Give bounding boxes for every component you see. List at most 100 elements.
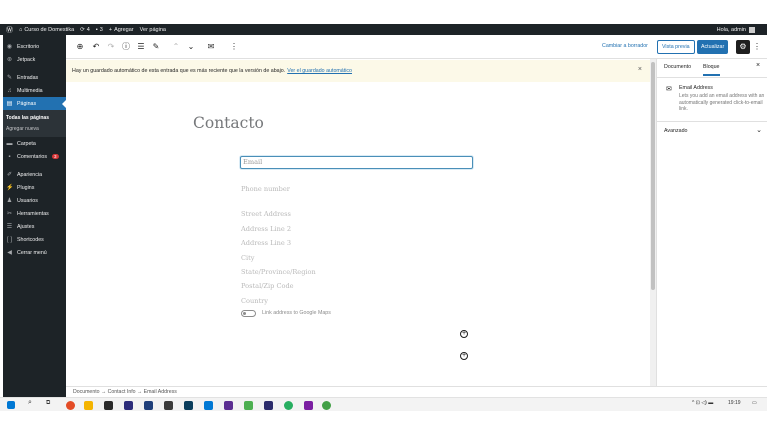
explorer-app-icon[interactable] <box>84 401 93 410</box>
email-field[interactable]: Email <box>240 156 473 169</box>
app-icon-12[interactable] <box>284 401 293 410</box>
comments-link[interactable]: ▪ 3 <box>96 27 103 33</box>
editor-canvas <box>66 82 650 386</box>
zip-field[interactable]: Postal/Zip Code <box>241 282 294 290</box>
dashboard-icon: ◉ <box>6 44 13 50</box>
top-margin <box>0 0 767 24</box>
view-autosave-link[interactable]: Ver el guardado automático <box>287 68 352 74</box>
add-block-icon[interactable]: ⊕ <box>75 41 85 52</box>
new-content-link[interactable]: + Agregar <box>109 27 134 33</box>
settings-sidebar: Documento Bloque × ✉ Email Address Lets … <box>656 59 767 386</box>
sidebar-item-jetpack[interactable]: ⊛ Jetpack <box>3 53 66 66</box>
admin-sidebar: ◉ Escritorio ⊛ Jetpack ✎ Entradas ♫ Multimed… <box>3 35 66 397</box>
sidebar-item-herramientas[interactable]: ✂ Herramientas <box>3 207 66 220</box>
advanced-panel-toggle[interactable]: Avanzado <box>664 128 687 134</box>
submenu-add-new[interactable]: Agregar nueva <box>3 123 66 134</box>
app-icon-3[interactable] <box>104 401 113 410</box>
preview-button[interactable]: Vista previa <box>657 40 695 54</box>
app-icon-5[interactable] <box>144 401 153 410</box>
pages-icon: ▤ <box>6 101 13 107</box>
sidebar-collapse-menu[interactable]: ◀ Cerrar menú <box>3 246 66 259</box>
bottom-margin <box>0 411 767 431</box>
email-block-icon[interactable]: ✉ <box>206 41 216 52</box>
search-icon[interactable]: ⌕ <box>28 399 32 407</box>
sidebar-item-carpeta[interactable]: ▬ Carpeta <box>3 137 66 150</box>
switch-to-draft-button[interactable]: Cambiar a borrador <box>602 43 648 49</box>
tab-document[interactable]: Documento <box>664 64 691 70</box>
sidebar-item-entradas[interactable]: ✎ Entradas <box>3 71 66 84</box>
app-icon-11[interactable] <box>264 401 273 410</box>
sidebar-item-usuarios[interactable]: ♟ Usuarios <box>3 194 66 207</box>
close-notice-icon[interactable]: × <box>638 66 642 73</box>
plus-icon: + <box>108 26 113 33</box>
google-maps-toggle[interactable] <box>241 310 256 317</box>
address-line-2-field[interactable]: Address Line 2 <box>241 225 291 233</box>
info-icon[interactable]: ⓘ <box>121 41 131 52</box>
tab-block[interactable]: Bloque <box>703 64 720 76</box>
sidebar-item-apariencia[interactable]: ✐ Apariencia <box>3 168 66 181</box>
google-maps-toggle-label: Link address to Google Maps <box>262 310 331 316</box>
admin-bar: Ⓦ ⌂ Curso de Domestika ⟳ 4 ▪ 3 + Agregar Ver… <box>0 24 767 35</box>
sidebar-item-paginas[interactable]: ▤ Páginas <box>3 97 66 110</box>
site-name-link[interactable]: ⌂ Curso de Domestika <box>19 27 74 33</box>
sidebar-item-shortcodes[interactable]: [ ] Shortcodes <box>3 233 66 246</box>
block-description: Lets you add an email address with an au… <box>679 93 765 112</box>
editor-scrollbar-thumb[interactable] <box>651 62 655 290</box>
country-field[interactable]: Country <box>241 297 268 305</box>
edit-icon[interactable]: ✎ <box>151 41 161 52</box>
sidebar-item-multimedia[interactable]: ♫ Multimedia <box>3 84 66 97</box>
wordpress-logo[interactable]: Ⓦ <box>6 25 13 35</box>
autosave-notice: Hay un guardado automático de esta entra… <box>66 60 650 82</box>
redo-icon[interactable]: ↷ <box>106 41 116 52</box>
folder-icon: ▬ <box>6 140 13 147</box>
list-view-icon[interactable]: ☰ <box>136 41 146 52</box>
page-title[interactable]: Contacto <box>193 114 264 132</box>
comment-icon: ▪ <box>95 26 98 33</box>
close-settings-icon[interactable]: × <box>756 62 760 69</box>
settings-toggle-button[interactable]: ⚙ <box>736 40 750 54</box>
notifications-icon[interactable]: ▭ <box>752 400 757 406</box>
move-up-icon[interactable]: ⌃ <box>171 41 181 52</box>
phone-field[interactable]: Phone number <box>241 185 290 193</box>
add-block-inline-icon[interactable]: + <box>460 330 468 338</box>
updates-link[interactable]: ⟳ 4 <box>80 27 90 33</box>
chrome-app-icon[interactable] <box>66 401 75 410</box>
sidebar-item-ajustes[interactable]: ☰ Ajustes <box>3 220 66 233</box>
block-breadcrumb[interactable]: Documento → Contact Info → Email Address <box>66 386 767 397</box>
address-line-3-field[interactable]: Address Line 3 <box>241 239 291 247</box>
chevron-down-icon[interactable]: ⌄ <box>756 126 762 134</box>
jetpack-icon: ⊛ <box>6 57 13 63</box>
outlook-app-icon[interactable] <box>204 401 213 410</box>
home-icon: ⌂ <box>19 26 23 33</box>
app-icon-6[interactable] <box>164 401 173 410</box>
updates-icon: ⟳ <box>80 26 85 33</box>
submenu-all-pages[interactable]: Todas las páginas <box>3 112 66 123</box>
my-account[interactable]: Hola, admin <box>717 24 755 35</box>
app-icon-4[interactable] <box>124 401 133 410</box>
app-icon-14[interactable] <box>322 401 331 410</box>
appearance-icon: ✐ <box>6 172 13 178</box>
clock[interactable]: 19:19 <box>728 400 741 406</box>
system-tray-icons[interactable]: ^ ⊡ ◁) ▬ <box>692 400 713 406</box>
city-field[interactable]: City <box>241 254 255 262</box>
view-page-link[interactable]: Ver página <box>140 27 166 33</box>
app-icon-10[interactable] <box>244 401 253 410</box>
block-name: Email Address <box>679 85 713 91</box>
more-options-icon[interactable]: ⋮ <box>229 41 239 52</box>
app-icon-9[interactable] <box>224 401 233 410</box>
update-button[interactable]: Actualizar <box>697 40 729 54</box>
media-icon: ♫ <box>7 87 12 94</box>
task-view-icon[interactable]: ⧉ <box>46 400 50 407</box>
editor-more-icon[interactable]: ⋮ <box>752 41 762 52</box>
street-address-field[interactable]: Street Address <box>241 210 291 218</box>
state-field[interactable]: State/Province/Region <box>241 268 316 276</box>
sidebar-item-comentarios[interactable]: ▪ Comentarios 3 <box>3 150 66 163</box>
windows-start-icon[interactable] <box>7 401 15 409</box>
app-icon-13[interactable] <box>304 401 313 410</box>
add-block-bottom-icon[interactable]: + <box>460 352 468 360</box>
sidebar-item-escritorio[interactable]: ◉ Escritorio <box>3 40 66 53</box>
app-icon-7[interactable] <box>184 401 193 410</box>
move-down-icon[interactable]: ⌄ <box>186 41 196 52</box>
undo-icon[interactable]: ↶ <box>91 41 101 52</box>
sidebar-item-plugins[interactable]: ⚡ Plugins <box>3 181 66 194</box>
